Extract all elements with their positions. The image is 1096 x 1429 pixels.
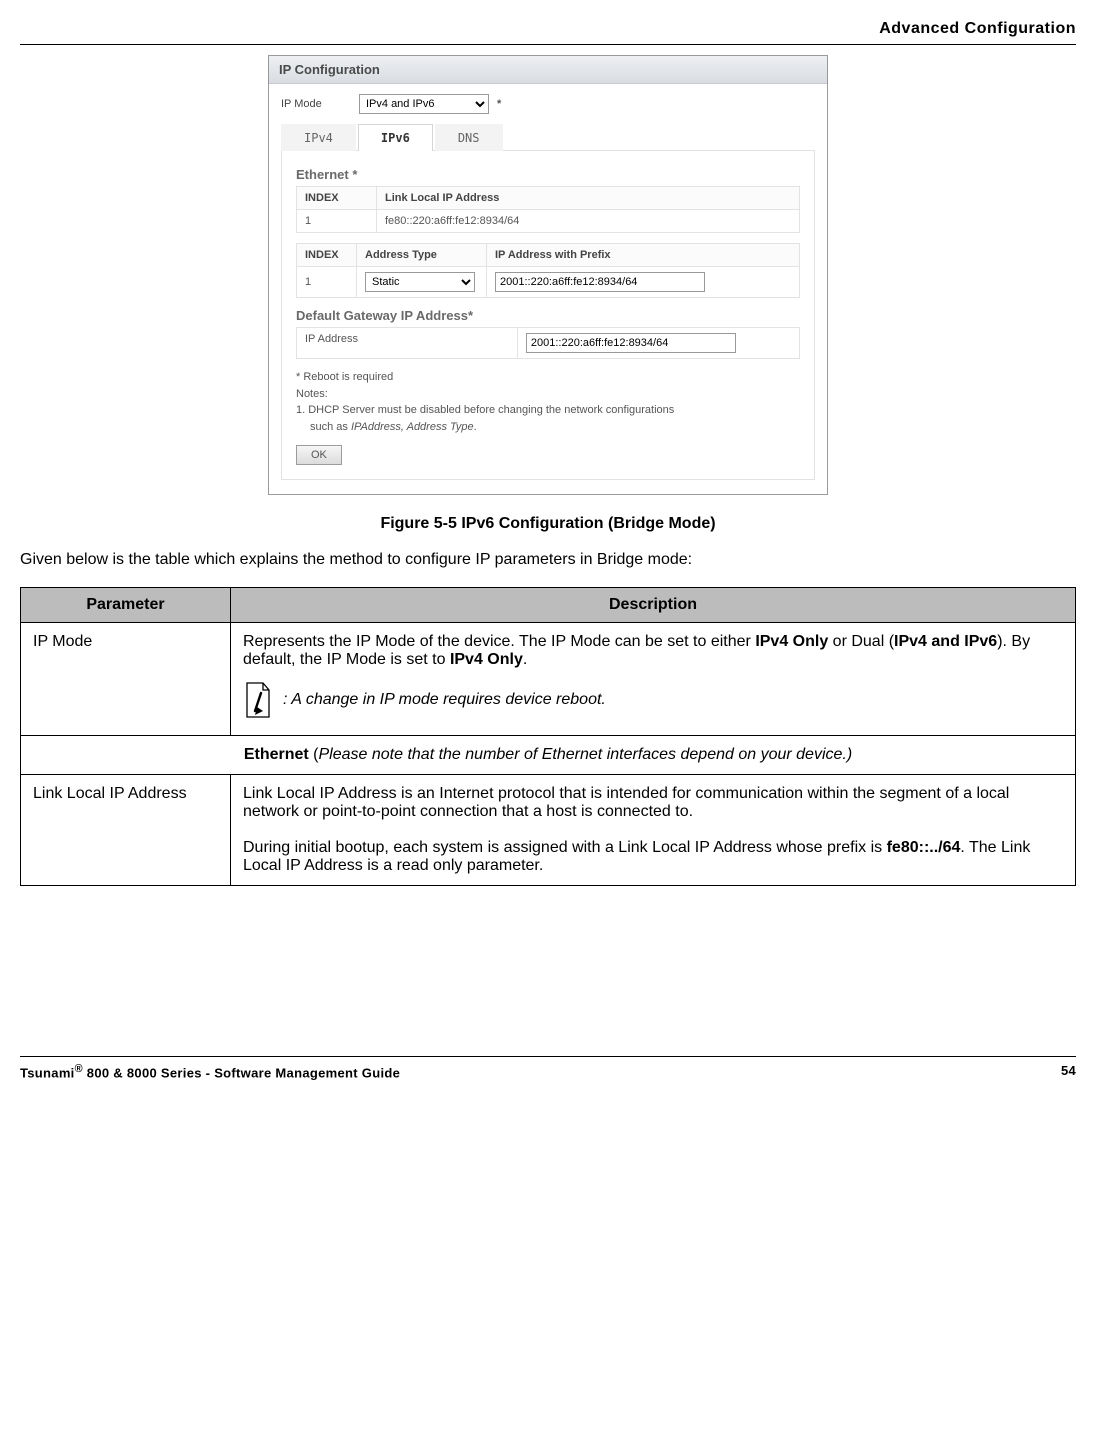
cell-index: 1 — [297, 267, 357, 298]
panel-notes: * Reboot is required Notes: 1. DHCP Serv… — [296, 369, 800, 435]
gateway-heading: Default Gateway IP Address* — [296, 308, 800, 323]
figure-caption: Figure 5-5 IPv6 Configuration (Bridge Mo… — [20, 515, 1076, 533]
address-type-select[interactable]: Static — [365, 272, 475, 292]
table-header-row: INDEX Link Local IP Address — [297, 187, 800, 210]
table-row: 1 Static — [297, 267, 800, 298]
panel-title: IP Configuration — [269, 56, 827, 84]
table-row: 1 fe80::220:a6ff:fe12:8934/64 — [297, 210, 800, 233]
parameter-description-table: Parameter Description IP Mode Represents… — [20, 587, 1076, 886]
page-footer: Tsunami® 800 & 8000 Series - Software Ma… — [20, 1063, 1076, 1080]
tab-ipv4[interactable]: IPv4 — [281, 124, 356, 151]
ip-mode-select[interactable]: IPv4 and IPv6 — [359, 94, 489, 114]
screenshot-figure-wrap: IP Configuration IP Mode IPv4 and IPv6 *… — [20, 55, 1076, 495]
header-rule — [20, 44, 1076, 45]
panel-body: IP Mode IPv4 and IPv6 * IPv4 IPv6 DNS Et… — [269, 84, 827, 494]
reboot-required-note: * Reboot is required — [296, 369, 800, 386]
page-header-title: Advanced Configuration — [20, 20, 1076, 38]
reboot-note-row: : A change in IP mode requires device re… — [243, 681, 1063, 719]
ok-button[interactable]: OK — [296, 445, 342, 465]
ethernet-span-cell: Ethernet (Please note that the number of… — [21, 736, 1076, 775]
ip-config-panel: IP Configuration IP Mode IPv4 and IPv6 *… — [268, 55, 828, 495]
ethernet-heading: Ethernet * — [296, 167, 800, 182]
gateway-ip-input[interactable] — [526, 333, 736, 353]
param-description: Represents the IP Mode of the device. Th… — [231, 623, 1076, 736]
ip-mode-row: IP Mode IPv4 and IPv6 * — [281, 94, 815, 114]
col-parameter: Parameter — [21, 588, 231, 623]
param-description: Link Local IP Address is an Internet pro… — [231, 775, 1076, 886]
required-star: * — [497, 98, 501, 110]
ip-prefix-table: INDEX Address Type IP Address with Prefi… — [296, 243, 800, 298]
col-link-local-address: Link Local IP Address — [377, 187, 800, 210]
footer-rule — [20, 1056, 1076, 1057]
tab-ipv6[interactable]: IPv6 — [358, 124, 433, 151]
col-index: INDEX — [297, 187, 377, 210]
gateway-value-cell — [518, 327, 800, 359]
reboot-note-text: : A change in IP mode requires device re… — [283, 691, 606, 709]
gateway-label: IP Address — [296, 327, 518, 359]
footer-left: Tsunami® 800 & 8000 Series - Software Ma… — [20, 1063, 400, 1080]
tab-dns[interactable]: DNS — [435, 124, 503, 151]
notes-heading: Notes: — [296, 386, 800, 403]
ip-tabs: IPv4 IPv6 DNS — [281, 124, 815, 151]
footer-page-number: 54 — [1061, 1063, 1076, 1080]
cell-index: 1 — [297, 210, 377, 233]
notes-line-1: 1. DHCP Server must be disabled before c… — [296, 402, 800, 419]
table-row-link-local: Link Local IP Address Link Local IP Addr… — [21, 775, 1076, 886]
col-description: Description — [231, 588, 1076, 623]
col-address-type: Address Type — [357, 244, 487, 267]
table-header-row: Parameter Description — [21, 588, 1076, 623]
table-row-ip-mode: IP Mode Represents the IP Mode of the de… — [21, 623, 1076, 736]
cell-ip-address-prefix — [487, 267, 800, 298]
link-local-table: INDEX Link Local IP Address 1 fe80::220:… — [296, 186, 800, 233]
notes-line-1-cont: such as IPAddress, Address Type. — [296, 419, 800, 436]
ipv6-tab-panel: Ethernet * INDEX Link Local IP Address 1… — [281, 150, 815, 480]
gateway-row: IP Address — [296, 327, 800, 359]
param-name: Link Local IP Address — [21, 775, 231, 886]
intro-paragraph: Given below is the table which explains … — [20, 551, 1076, 569]
cell-address-type: Static — [357, 267, 487, 298]
ip-mode-label: IP Mode — [281, 98, 351, 110]
ip-address-prefix-input[interactable] — [495, 272, 705, 292]
cell-link-local-address: fe80::220:a6ff:fe12:8934/64 — [377, 210, 800, 233]
param-name: IP Mode — [21, 623, 231, 736]
table-row-ethernet-span: Ethernet (Please note that the number of… — [21, 736, 1076, 775]
col-index: INDEX — [297, 244, 357, 267]
table-header-row: INDEX Address Type IP Address with Prefi… — [297, 244, 800, 267]
note-icon — [243, 681, 273, 719]
col-ip-address-prefix: IP Address with Prefix — [487, 244, 800, 267]
